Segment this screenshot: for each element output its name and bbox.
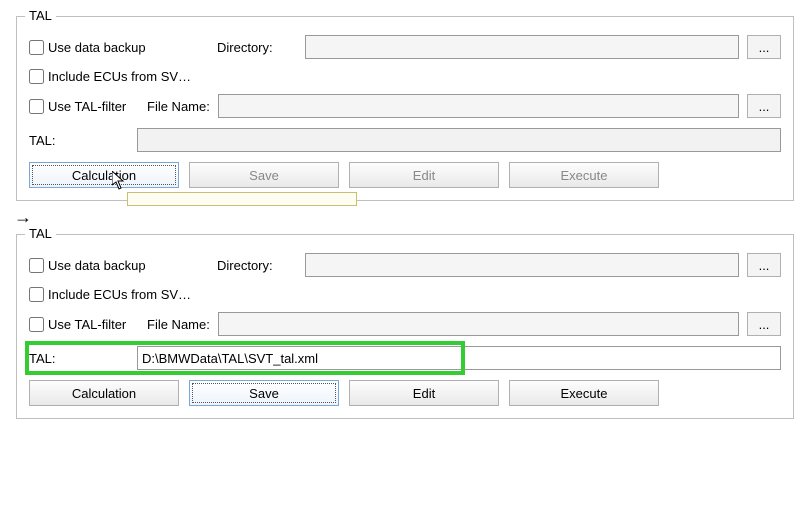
- tal-label: TAL:: [29, 351, 129, 366]
- use-data-backup-label: Use data backup: [48, 258, 146, 273]
- ellipsis-icon: ...: [759, 40, 770, 55]
- use-tal-filter-checkbox[interactable]: Use TAL-filter: [29, 99, 139, 114]
- include-ecus-checkbox[interactable]: Include ECUs from SV…: [29, 69, 191, 84]
- include-ecus-input[interactable]: [29, 69, 44, 84]
- edit-button[interactable]: Edit: [349, 380, 499, 406]
- use-tal-filter-input[interactable]: [29, 99, 44, 114]
- row-include-ecus: Include ECUs from SV…: [29, 69, 781, 84]
- tal-panel-after: TAL Use data backup Directory: ... Inclu…: [16, 234, 794, 419]
- ellipsis-icon: ...: [759, 317, 770, 332]
- button-row: Calculation Save Edit Execute: [29, 380, 781, 406]
- use-data-backup-checkbox[interactable]: Use data backup: [29, 258, 209, 273]
- calculation-button-label: Calculation: [72, 386, 136, 401]
- browse-file-button[interactable]: ...: [747, 312, 781, 336]
- execute-button-label: Execute: [561, 168, 608, 183]
- browse-directory-button[interactable]: ...: [747, 253, 781, 277]
- save-button-label: Save: [249, 386, 279, 401]
- use-data-backup-input[interactable]: [29, 40, 44, 55]
- use-data-backup-label: Use data backup: [48, 40, 146, 55]
- row-talfilter: Use TAL-filter File Name: ...: [29, 94, 781, 118]
- tooltip-fragment: [127, 192, 357, 206]
- directory-label: Directory:: [217, 258, 297, 273]
- include-ecus-checkbox[interactable]: Include ECUs from SV…: [29, 287, 191, 302]
- tal-input[interactable]: [137, 128, 781, 152]
- file-name-label: File Name:: [147, 99, 210, 114]
- row-tal: TAL:: [29, 128, 781, 152]
- ellipsis-icon: ...: [759, 258, 770, 273]
- execute-button-label: Execute: [561, 386, 608, 401]
- use-tal-filter-checkbox[interactable]: Use TAL-filter: [29, 317, 139, 332]
- ellipsis-icon: ...: [759, 99, 770, 114]
- tal-legend: TAL: [25, 8, 56, 23]
- row-directory: Use data backup Directory: ...: [29, 35, 781, 59]
- save-button[interactable]: Save: [189, 380, 339, 406]
- save-button: Save: [189, 162, 339, 188]
- execute-button: Execute: [509, 162, 659, 188]
- row-directory: Use data backup Directory: ...: [29, 253, 781, 277]
- include-ecus-input[interactable]: [29, 287, 44, 302]
- directory-input[interactable]: [305, 35, 739, 59]
- include-ecus-label: Include ECUs from SV…: [48, 287, 191, 302]
- tal-input[interactable]: [137, 346, 781, 370]
- file-name-label: File Name:: [147, 317, 210, 332]
- row-talfilter: Use TAL-filter File Name: ...: [29, 312, 781, 336]
- save-button-label: Save: [249, 168, 279, 183]
- calculation-button[interactable]: Calculation: [29, 162, 179, 188]
- use-tal-filter-label: Use TAL-filter: [48, 99, 126, 114]
- browse-directory-button[interactable]: ...: [747, 35, 781, 59]
- row-include-ecus: Include ECUs from SV…: [29, 287, 781, 302]
- tal-panel-before: TAL Use data backup Directory: ... Inclu…: [16, 16, 794, 201]
- browse-file-button[interactable]: ...: [747, 94, 781, 118]
- include-ecus-label: Include ECUs from SV…: [48, 69, 191, 84]
- arrow-icon: →: [14, 207, 796, 228]
- file-name-input[interactable]: [218, 312, 739, 336]
- button-row: Calculation Save Edit Execute: [29, 162, 781, 188]
- use-data-backup-input[interactable]: [29, 258, 44, 273]
- use-tal-filter-label: Use TAL-filter: [48, 317, 126, 332]
- tal-label: TAL:: [29, 133, 129, 148]
- execute-button[interactable]: Execute: [509, 380, 659, 406]
- directory-input[interactable]: [305, 253, 739, 277]
- file-name-input[interactable]: [218, 94, 739, 118]
- directory-label: Directory:: [217, 40, 297, 55]
- edit-button-label: Edit: [413, 386, 435, 401]
- calculation-button[interactable]: Calculation: [29, 380, 179, 406]
- edit-button-label: Edit: [413, 168, 435, 183]
- tal-legend: TAL: [25, 226, 56, 241]
- use-data-backup-checkbox[interactable]: Use data backup: [29, 40, 209, 55]
- calculation-button-label: Calculation: [72, 168, 136, 183]
- row-tal: TAL:: [29, 346, 781, 370]
- use-tal-filter-input[interactable]: [29, 317, 44, 332]
- edit-button: Edit: [349, 162, 499, 188]
